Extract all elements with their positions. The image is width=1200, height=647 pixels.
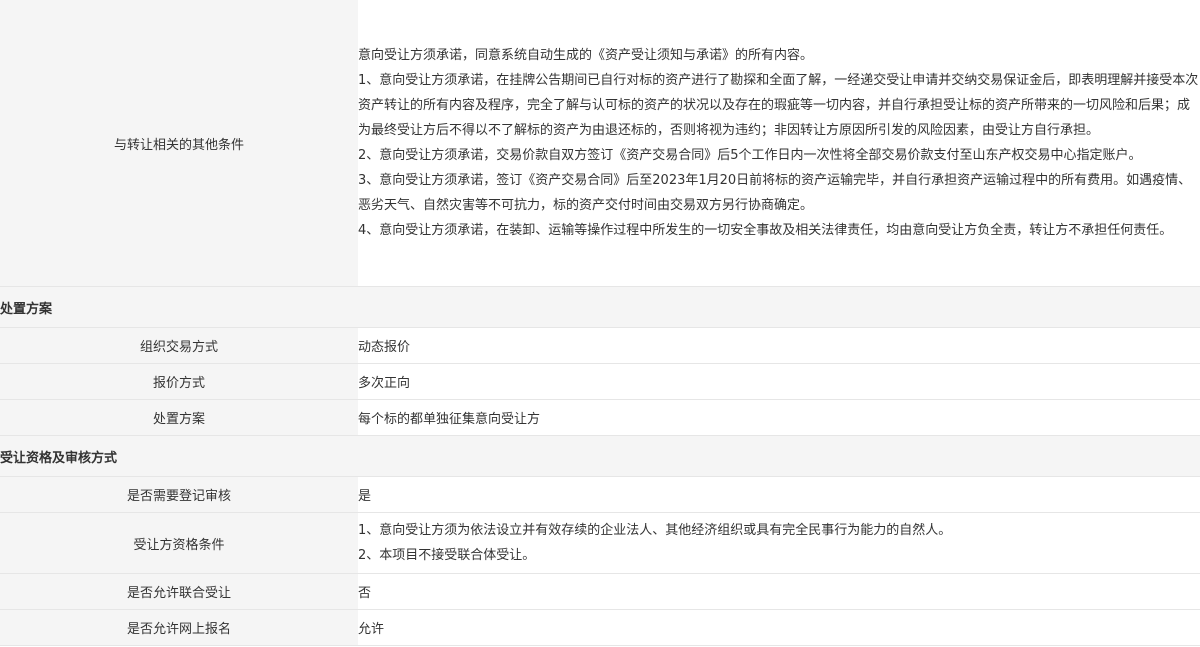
disposal-plan-value: 每个标的都单独征集意向受让方 xyxy=(358,399,1200,436)
quote-method-value: 多次正向 xyxy=(358,363,1200,400)
buyer-conditions-paragraph: 2、本项目不接受联合体受让。 xyxy=(358,548,536,563)
other-conditions-paragraph: 1、意向受让方须承诺，在挂牌公告期间已自行对标的资产进行了勘探和全面了解，一经递… xyxy=(358,73,1199,138)
disposal-plan-row: 处置方案 每个标的都单独征集意向受让方 xyxy=(0,399,1200,436)
online-registration-value: 允许 xyxy=(358,609,1200,646)
buyer-conditions-value: 1、意向受让方须为依法设立并有效存续的企业法人、其他经济组织或具有完全民事行为能… xyxy=(358,512,1200,574)
trade-method-value: 动态报价 xyxy=(358,327,1200,364)
buyer-conditions-label: 受让方资格条件 xyxy=(0,512,358,574)
joint-bid-label: 是否允许联合受让 xyxy=(0,573,358,610)
online-registration-label: 是否允许网上报名 xyxy=(0,609,358,646)
trade-method-row: 组织交易方式 动态报价 xyxy=(0,327,1200,364)
disposal-plan-label: 处置方案 xyxy=(0,399,358,436)
other-conditions-paragraph: 2、意向受让方须承诺，交易价款自双方签订《资产交易合同》后5个工作日内一次性将全… xyxy=(358,148,1142,163)
qualification-section-title: 受让资格及审核方式 xyxy=(0,435,1200,477)
need-review-value: 是 xyxy=(358,476,1200,513)
other-conditions-paragraph: 4、意向受让方须承诺，在装卸、运输等操作过程中所发生的一切安全事故及相关法律责任… xyxy=(358,223,1173,238)
other-conditions-label: 与转让相关的其他条件 xyxy=(0,0,358,287)
other-conditions-value: 意向受让方须承诺，同意系统自动生成的《资产受让须知与承诺》的所有内容。 1、意向… xyxy=(358,0,1200,287)
disposal-section-title: 处置方案 xyxy=(0,286,1200,328)
need-review-label: 是否需要登记审核 xyxy=(0,476,358,513)
qualification-section-row: 受让资格及审核方式 xyxy=(0,435,1200,477)
quote-method-row: 报价方式 多次正向 xyxy=(0,363,1200,400)
other-conditions-paragraph: 意向受让方须承诺，同意系统自动生成的《资产受让须知与承诺》的所有内容。 xyxy=(358,48,814,63)
buyer-conditions-paragraph: 1、意向受让方须为依法设立并有效存续的企业法人、其他经济组织或具有完全民事行为能… xyxy=(358,523,952,538)
other-conditions-row: 与转让相关的其他条件 意向受让方须承诺，同意系统自动生成的《资产受让须知与承诺》… xyxy=(0,0,1200,287)
quote-method-label: 报价方式 xyxy=(0,363,358,400)
other-conditions-paragraph: 3、意向受让方须承诺，签订《资产交易合同》后至2023年1月20日前将标的资产运… xyxy=(358,173,1192,213)
need-review-row: 是否需要登记审核 是 xyxy=(0,476,1200,513)
joint-bid-value: 否 xyxy=(358,573,1200,610)
buyer-conditions-row: 受让方资格条件 1、意向受让方须为依法设立并有效存续的企业法人、其他经济组织或具… xyxy=(0,512,1200,574)
project-info-table: 与转让相关的其他条件 意向受让方须承诺，同意系统自动生成的《资产受让须知与承诺》… xyxy=(0,0,1200,646)
online-registration-row: 是否允许网上报名 允许 xyxy=(0,609,1200,646)
disposal-section-row: 处置方案 xyxy=(0,286,1200,328)
joint-bid-row: 是否允许联合受让 否 xyxy=(0,573,1200,610)
trade-method-label: 组织交易方式 xyxy=(0,327,358,364)
